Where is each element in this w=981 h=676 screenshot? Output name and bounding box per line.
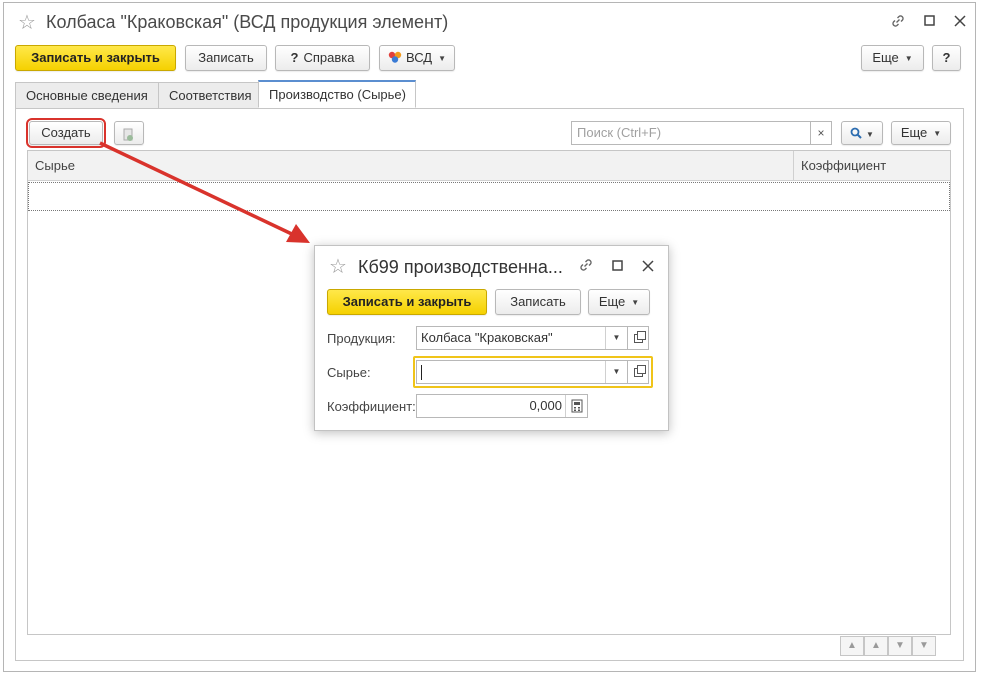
help-label: Справка — [303, 50, 355, 65]
star-icon[interactable]: ☆ — [18, 10, 36, 35]
raw-material-dialog: ☆ Кб99 производственна... Записать и зак… — [314, 245, 669, 431]
product-open-button[interactable] — [627, 326, 649, 350]
question-icon: ? — [290, 50, 299, 65]
dialog-title: Кб99 производственна... — [358, 257, 563, 277]
link-icon[interactable] — [890, 13, 906, 32]
maximize-icon[interactable] — [612, 260, 624, 275]
search-button[interactable]: ▼ — [841, 121, 883, 145]
coefficient-field[interactable]: 0,000 — [416, 394, 588, 418]
window-title: Колбаса "Краковская" (ВСД продукция элем… — [46, 12, 449, 32]
product-value: Колбаса "Краковская" — [421, 330, 553, 345]
title-bar: ☆ Колбаса "Краковская" (ВСД продукция эл… — [4, 3, 975, 43]
caret-down-icon: ▼ — [866, 129, 874, 139]
caret-down-icon: ▼ — [438, 53, 447, 63]
dialog-save-and-close-button[interactable]: Записать и закрыть — [327, 289, 487, 315]
column-raw[interactable]: Сырье — [28, 151, 788, 181]
more-button[interactable]: Еще ▼ — [861, 45, 924, 71]
caret-down-icon: ▼ — [631, 297, 640, 307]
open-icon — [634, 365, 646, 377]
table-row[interactable] — [28, 182, 950, 211]
text-cursor — [421, 365, 422, 381]
save-and-close-button[interactable]: Записать и закрыть — [15, 45, 176, 71]
maximize-icon[interactable] — [924, 15, 936, 30]
create-button[interactable]: Создать — [26, 118, 106, 148]
search-input[interactable]: Поиск (Ctrl+F) — [571, 121, 811, 145]
close-icon[interactable] — [642, 260, 654, 275]
link-icon[interactable] — [578, 257, 594, 276]
vsd-logo-icon — [388, 47, 402, 71]
dropdown-icon[interactable]: ▼ — [605, 327, 627, 349]
tab-main-info[interactable]: Основные сведения — [15, 82, 159, 109]
product-field[interactable]: Колбаса "Краковская" ▼ — [416, 326, 628, 350]
tab-production-raw[interactable]: Производство (Сырье) — [258, 80, 416, 108]
caret-down-icon: ▼ — [904, 53, 913, 63]
scroll-down-icon[interactable]: ▼ — [888, 636, 912, 656]
vsd-button[interactable]: ВСД ▼ — [379, 45, 455, 71]
calculator-icon[interactable] — [565, 395, 587, 417]
save-button[interactable]: Записать — [185, 45, 267, 71]
panel-more-button[interactable]: Еще ▼ — [891, 121, 951, 145]
help-question-button[interactable]: ? — [932, 45, 961, 71]
dialog-save-button[interactable]: Записать — [495, 289, 581, 315]
caret-down-icon: ▼ — [933, 128, 942, 138]
raw-open-button[interactable] — [627, 360, 649, 384]
dropdown-icon[interactable]: ▼ — [605, 361, 627, 383]
raw-label: Сырье: — [327, 365, 371, 380]
coefficient-value: 0,000 — [529, 398, 562, 413]
search-icon — [850, 123, 862, 147]
column-coefficient[interactable]: Коэффициент — [794, 151, 944, 181]
close-icon[interactable] — [954, 15, 966, 30]
help-button[interactable]: ? Справка — [275, 45, 370, 71]
coefficient-label: Коэффициент: — [327, 399, 416, 414]
product-label: Продукция: — [327, 331, 396, 346]
tab-correspondences[interactable]: Соответствия — [158, 82, 259, 109]
star-icon[interactable]: ☆ — [329, 254, 347, 279]
more-label: Еще — [598, 294, 626, 309]
copy-icon — [123, 126, 135, 150]
search-clear-button[interactable]: × — [810, 121, 832, 145]
scroll-bottom-icon[interactable]: ▼ — [912, 636, 936, 656]
more-label: Еще — [872, 50, 899, 65]
dialog-more-button[interactable]: Еще ▼ — [588, 289, 650, 315]
scroll-top-icon[interactable]: ▲ — [840, 636, 864, 656]
more-label: Еще — [900, 125, 928, 140]
table-header: Сырье Коэффициент — [28, 151, 950, 181]
vsd-label: ВСД — [405, 50, 433, 65]
copy-button[interactable] — [114, 121, 144, 145]
open-icon — [634, 331, 646, 343]
raw-field[interactable]: ▼ — [416, 360, 628, 384]
scroll-up-icon[interactable]: ▲ — [864, 636, 888, 656]
